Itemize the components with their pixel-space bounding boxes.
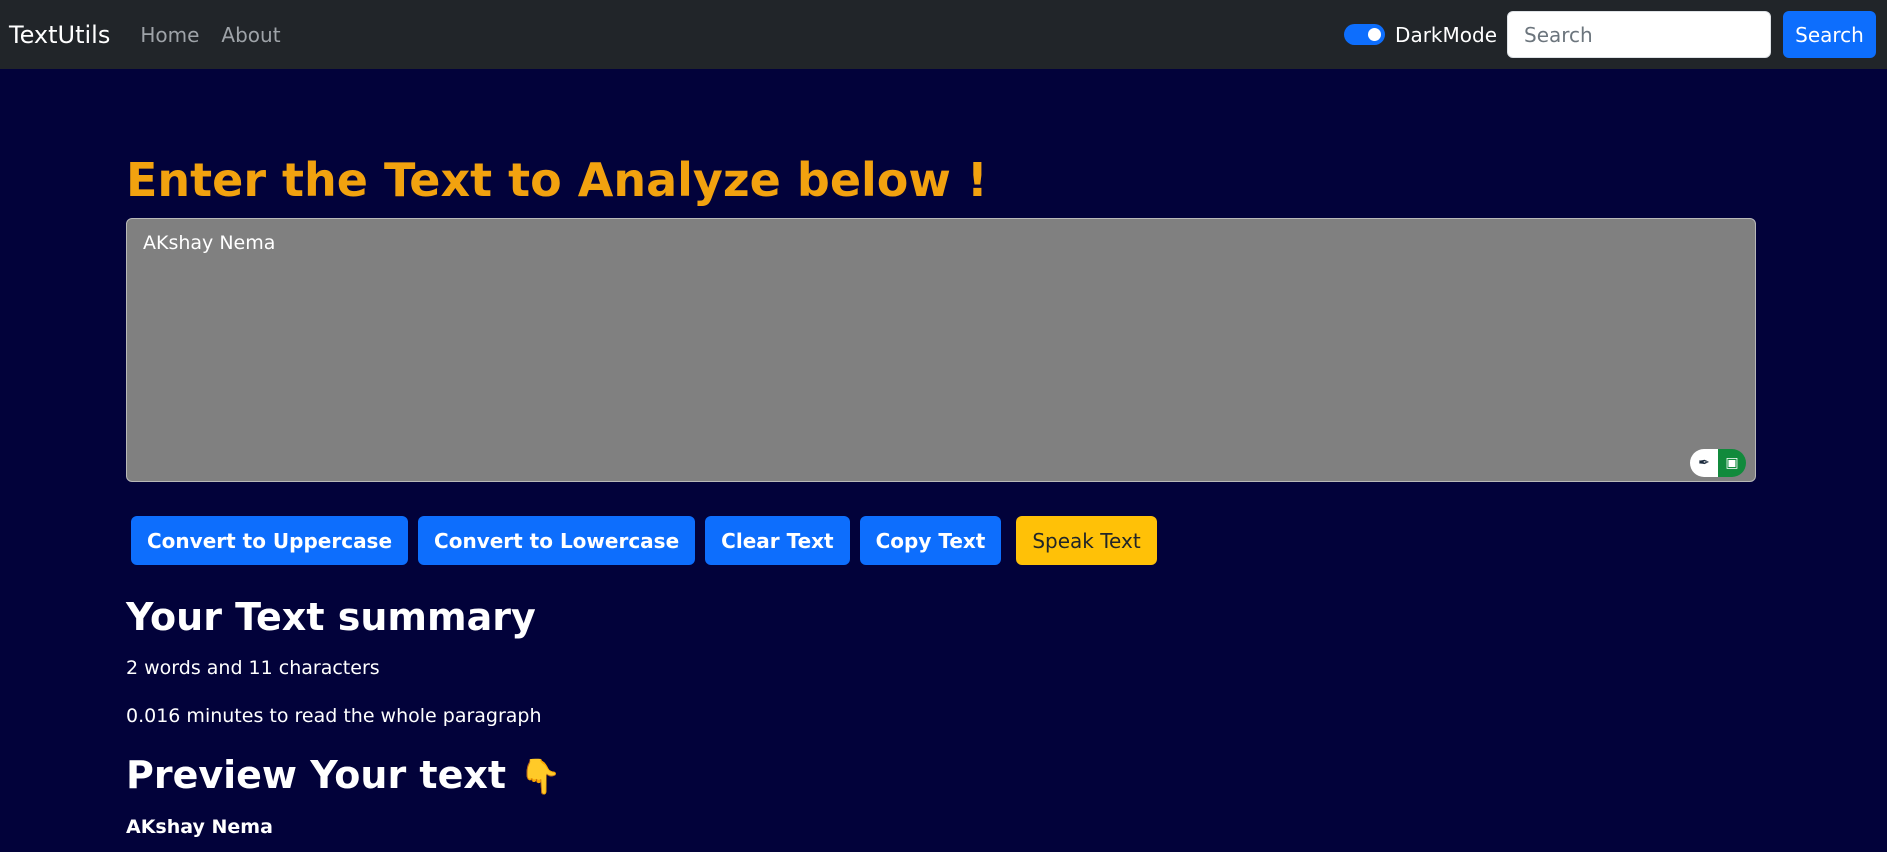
text-input-area[interactable] [126, 218, 1756, 483]
page-title: Enter the Text to Analyze below ! [126, 153, 988, 207]
preview-text: AKshay Nema [126, 816, 273, 839]
pointing-down-hand-icon: 👇 [519, 756, 562, 797]
dark-mode-toggle[interactable] [1344, 24, 1386, 45]
feather-icon[interactable]: ✒ [1690, 449, 1718, 478]
search-input[interactable] [1507, 11, 1771, 58]
summary-title: Your Text summary [126, 595, 536, 640]
nav-link-home[interactable]: Home [140, 23, 199, 47]
textarea-wrapper: ✒ ▣ [126, 208, 1756, 486]
dark-mode-label[interactable]: DarkMode [1395, 23, 1497, 47]
toggle-knob [1368, 28, 1382, 41]
lowercase-button[interactable]: Convert to Lowercase [418, 516, 696, 566]
navbar: TextUtils Home About DarkMode Search [0, 0, 1887, 69]
robot-icon[interactable]: ▣ [1718, 449, 1746, 478]
nav-link-about[interactable]: About [221, 23, 280, 47]
preview-title-row: Preview Your text 👇 [126, 753, 1756, 799]
action-buttons: Convert to Uppercase Convert to Lowercas… [131, 516, 1756, 566]
copy-text-button[interactable]: Copy Text [859, 516, 1002, 566]
main-content: Enter the Text to Analyze below ! ✒ ▣ Co… [0, 153, 1756, 838]
textarea-extension-icons: ✒ ▣ [1690, 449, 1746, 478]
uppercase-button[interactable]: Convert to Uppercase [131, 516, 409, 566]
preview-title: Preview Your text [126, 752, 507, 797]
brand[interactable]: TextUtils [9, 21, 110, 49]
word-char-count: 2 words and 11 characters [126, 656, 380, 679]
read-time: 0.016 minutes to read the whole paragrap… [126, 704, 542, 727]
search-button[interactable]: Search [1783, 11, 1876, 58]
speak-text-button[interactable]: Speak Text [1016, 516, 1157, 566]
clear-text-button[interactable]: Clear Text [705, 516, 850, 566]
dark-mode-toggle-group: DarkMode [1344, 23, 1497, 47]
